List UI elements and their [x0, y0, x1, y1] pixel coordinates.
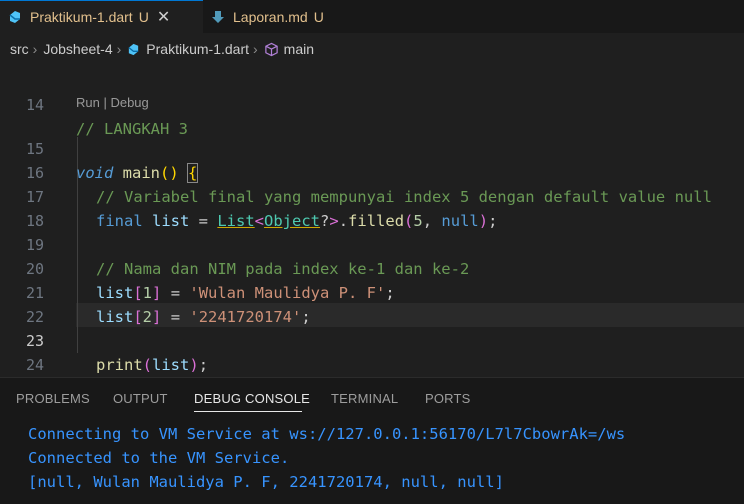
markdown-file-icon — [211, 10, 225, 24]
breadcrumb-symbol[interactable]: main — [264, 41, 314, 57]
breadcrumb: src › Jobsheet-4 › Praktikum-1.dart › ma… — [0, 33, 744, 65]
code-line: 20 list[1] = 'Wulan Maulidya P. F'; — [0, 233, 744, 302]
modified-badge: U — [313, 8, 324, 25]
breadcrumb-src[interactable]: src — [10, 41, 29, 57]
debug-console-output[interactable]: Connecting to VM Service at ws://127.0.0… — [28, 422, 625, 494]
breadcrumb-file-label: Praktikum-1.dart — [146, 41, 249, 57]
code-editor[interactable]: 14 // LANGKAH 3 Run | Debug 15 void main… — [0, 65, 744, 399]
dart-file-icon — [8, 10, 22, 24]
method-cube-icon — [264, 42, 279, 57]
console-line: Connecting to VM Service at ws://127.0.0… — [28, 425, 626, 443]
code-line: 17 final list = List<Object?>.filled(5, … — [0, 161, 744, 230]
code-line: 15 void main() { — [0, 113, 744, 183]
code-line: 22 — [0, 281, 744, 326]
tab-terminal[interactable]: TERMINAL — [331, 391, 398, 406]
modified-badge: U — [138, 9, 149, 25]
code-line: 25 — [0, 353, 744, 398]
code-line: 24 } — [0, 329, 744, 399]
tab-debug-console[interactable]: DEBUG CONSOLE — [194, 391, 310, 406]
breadcrumb-jobsheet-4[interactable]: Jobsheet-4 — [43, 41, 112, 57]
chevron-right-icon: › — [32, 41, 38, 57]
tab-laporan-md[interactable]: Laporan.md U — [203, 0, 363, 33]
bottom-panel: PROBLEMS OUTPUT DEBUG CONSOLE TERMINAL P… — [0, 377, 744, 504]
code-line: 23 print(list); — [0, 305, 744, 374]
tab-label: Laporan.md — [233, 8, 308, 25]
tab-ports[interactable]: PORTS — [425, 391, 471, 406]
tab-praktikum-1-dart[interactable]: Praktikum-1.dart U ✕ — [0, 0, 203, 33]
console-line: Connected to the VM Service. — [28, 449, 290, 467]
code-line: 16 // Variabel final yang mempunyai inde… — [0, 137, 744, 206]
chevron-right-icon: › — [116, 41, 122, 57]
codelens-run-debug[interactable]: Run | Debug — [76, 94, 149, 112]
console-line: [null, Wulan Maulidya P. F, 2241720174, … — [28, 473, 504, 491]
code-line: 21 list[2] = '2241720174'; — [0, 257, 744, 326]
editor-tab-bar: Praktikum-1.dart U ✕ Laporan.md U — [0, 0, 744, 33]
tab-label: Praktikum-1.dart — [30, 9, 133, 25]
active-tab-indicator — [194, 411, 302, 412]
code-line: 19 // Nama dan NIM pada index ke-1 dan k… — [0, 209, 744, 278]
chevron-right-icon: › — [253, 41, 258, 57]
code-line: 14 // LANGKAH 3 — [0, 69, 744, 138]
dart-file-icon — [127, 43, 140, 56]
breadcrumb-symbol-label: main — [283, 41, 315, 57]
tab-output[interactable]: OUTPUT — [113, 391, 168, 406]
code-line: 18 — [0, 185, 744, 230]
close-icon[interactable]: ✕ — [157, 7, 170, 27]
breadcrumb-file[interactable]: Praktikum-1.dart — [127, 41, 249, 57]
tab-problems[interactable]: PROBLEMS — [16, 391, 90, 406]
